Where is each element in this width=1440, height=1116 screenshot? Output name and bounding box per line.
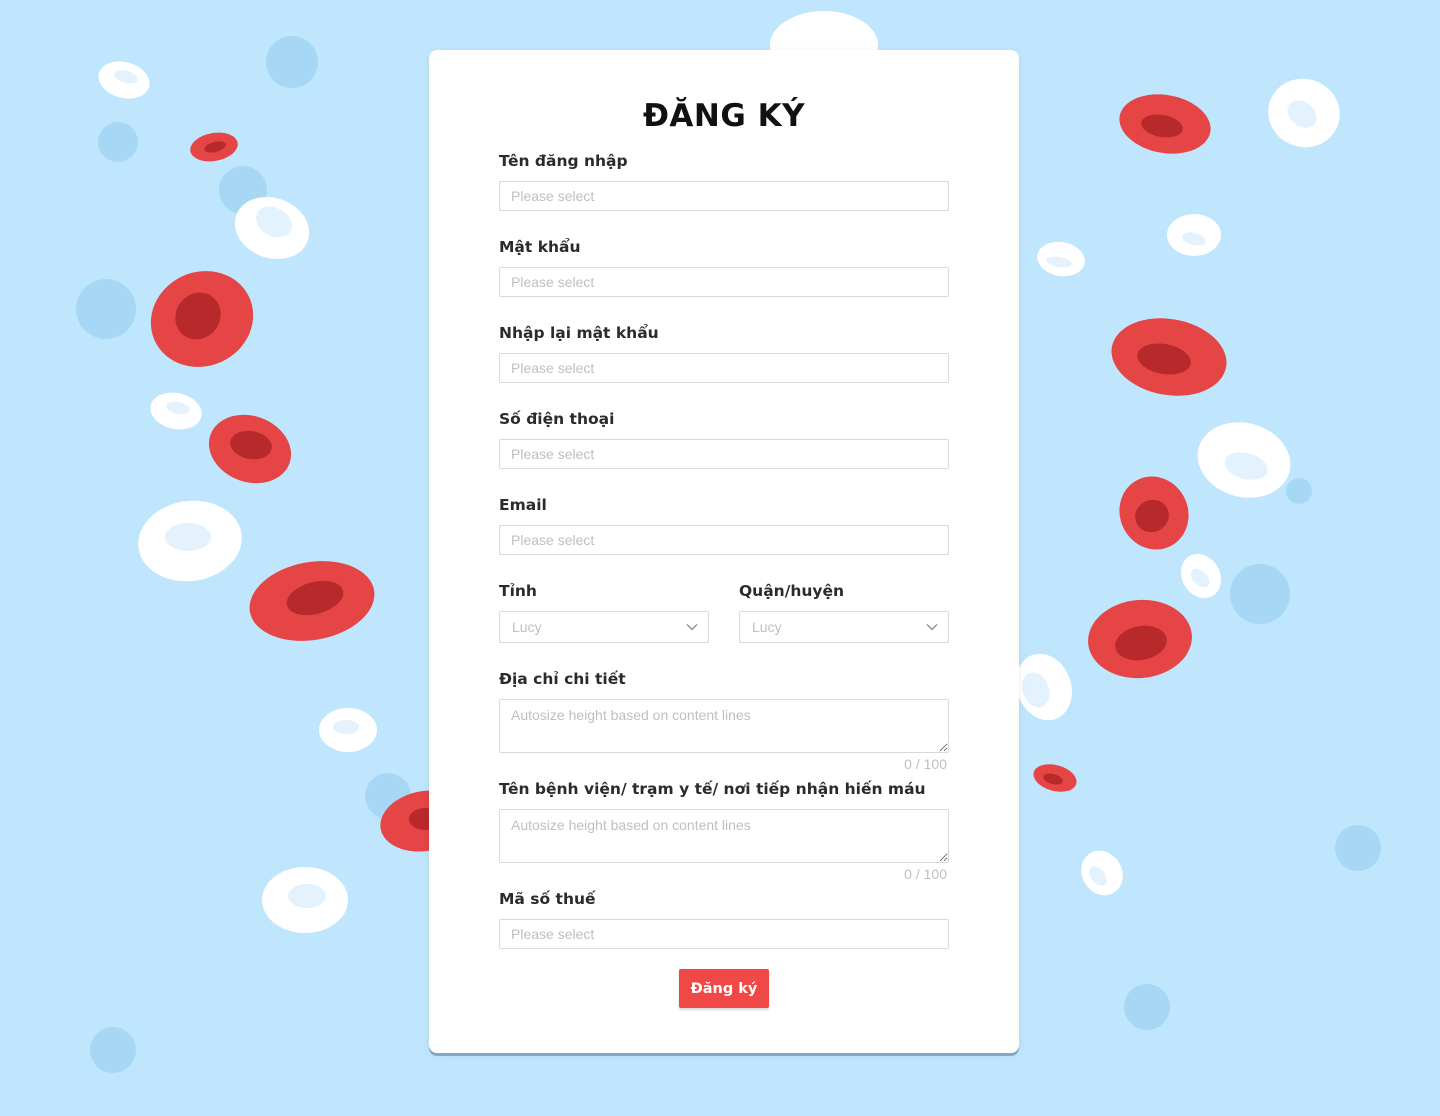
- hospital-char-counter: 0 / 100: [904, 866, 947, 882]
- password-label: Mật khẩu: [499, 238, 581, 256]
- hospital-label: Tên bệnh viện/ trạm y tế/ nơi tiếp nhận …: [499, 780, 926, 798]
- register-button[interactable]: Đăng ký: [679, 969, 769, 1008]
- address-label: Địa chỉ chi tiết: [499, 670, 626, 688]
- chevron-down-icon: [926, 624, 938, 631]
- username-label: Tên đăng nhập: [499, 152, 628, 170]
- province-select[interactable]: Lucy: [499, 611, 709, 643]
- district-label: Quận/huyện: [739, 582, 845, 600]
- district-selected-value: Lucy: [752, 619, 782, 635]
- tax-code-label: Mã số thuế: [499, 890, 596, 908]
- chevron-down-icon: [686, 624, 698, 631]
- confirm-password-label: Nhập lại mật khẩu: [499, 324, 659, 342]
- email-input[interactable]: [499, 525, 949, 555]
- district-select[interactable]: Lucy: [739, 611, 949, 643]
- hospital-textarea[interactable]: [499, 809, 949, 863]
- password-input[interactable]: [499, 267, 949, 297]
- address-char-counter: 0 / 100: [904, 756, 947, 772]
- phone-input[interactable]: [499, 439, 949, 469]
- confirm-password-input[interactable]: [499, 353, 949, 383]
- province-selected-value: Lucy: [512, 619, 542, 635]
- page-title: ĐĂNG KÝ: [642, 98, 806, 134]
- username-input[interactable]: [499, 181, 949, 211]
- province-label: Tỉnh: [499, 582, 537, 600]
- email-label: Email: [499, 496, 547, 514]
- phone-label: Số điện thoại: [499, 410, 615, 428]
- tax-code-input[interactable]: [499, 919, 949, 949]
- address-textarea[interactable]: [499, 699, 949, 753]
- register-card: ĐĂNG KÝ Tên đăng nhập Mật khẩu Nhập lại …: [429, 50, 1019, 1053]
